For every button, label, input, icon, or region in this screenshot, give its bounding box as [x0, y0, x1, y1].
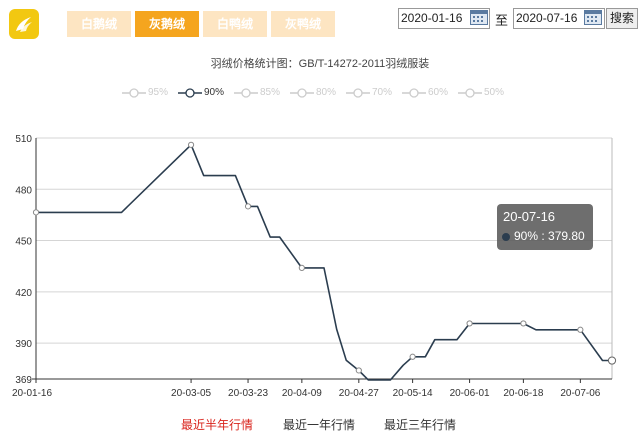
data-point [520, 320, 527, 327]
y-tick-label: 450 [15, 237, 32, 248]
data-point [355, 367, 362, 374]
data-point [409, 353, 416, 360]
x-tick-label: 20-03-05 [171, 388, 211, 399]
chart-tooltip: 20-07-16 90% : 379.80 [497, 204, 593, 250]
period-half-year-link[interactable]: 最近半年行情 [181, 416, 253, 433]
data-point [298, 264, 305, 272]
data-point [577, 326, 584, 333]
y-tick-label: 369 [15, 375, 32, 386]
x-tick-label: 20-06-18 [503, 388, 543, 399]
y-tick-label: 510 [15, 134, 32, 145]
data-point-highlighted [607, 356, 617, 365]
x-tick-label: 20-05-14 [393, 388, 433, 399]
series-line-90pct [36, 144, 612, 381]
price-line-chart: 369 390 420 450 480 510 20-01-16 20-03-05 20-03-… [12, 134, 617, 399]
x-tick-label: 20-01-16 [12, 388, 52, 399]
tooltip-date: 20-07-16 [503, 209, 556, 224]
data-point [244, 203, 252, 210]
tooltip-series-dot [502, 233, 510, 241]
data-point [466, 320, 473, 327]
tooltip-value: 90% : 379.80 [514, 229, 585, 243]
x-tick-label: 20-06-01 [450, 388, 490, 399]
x-tick-label: 20-03-23 [228, 388, 268, 399]
data-point [187, 141, 195, 148]
x-tick-label: 20-04-09 [282, 388, 322, 399]
y-tick-label: 420 [15, 288, 32, 299]
y-tick-label: 390 [15, 339, 32, 350]
period-one-year-link[interactable]: 最近一年行情 [283, 416, 355, 433]
period-three-year-link[interactable]: 最近三年行情 [384, 416, 456, 433]
x-tick-label: 20-04-27 [339, 388, 379, 399]
y-tick-label: 480 [15, 185, 32, 196]
data-point [32, 209, 40, 216]
x-tick-label: 20-07-06 [560, 388, 600, 399]
